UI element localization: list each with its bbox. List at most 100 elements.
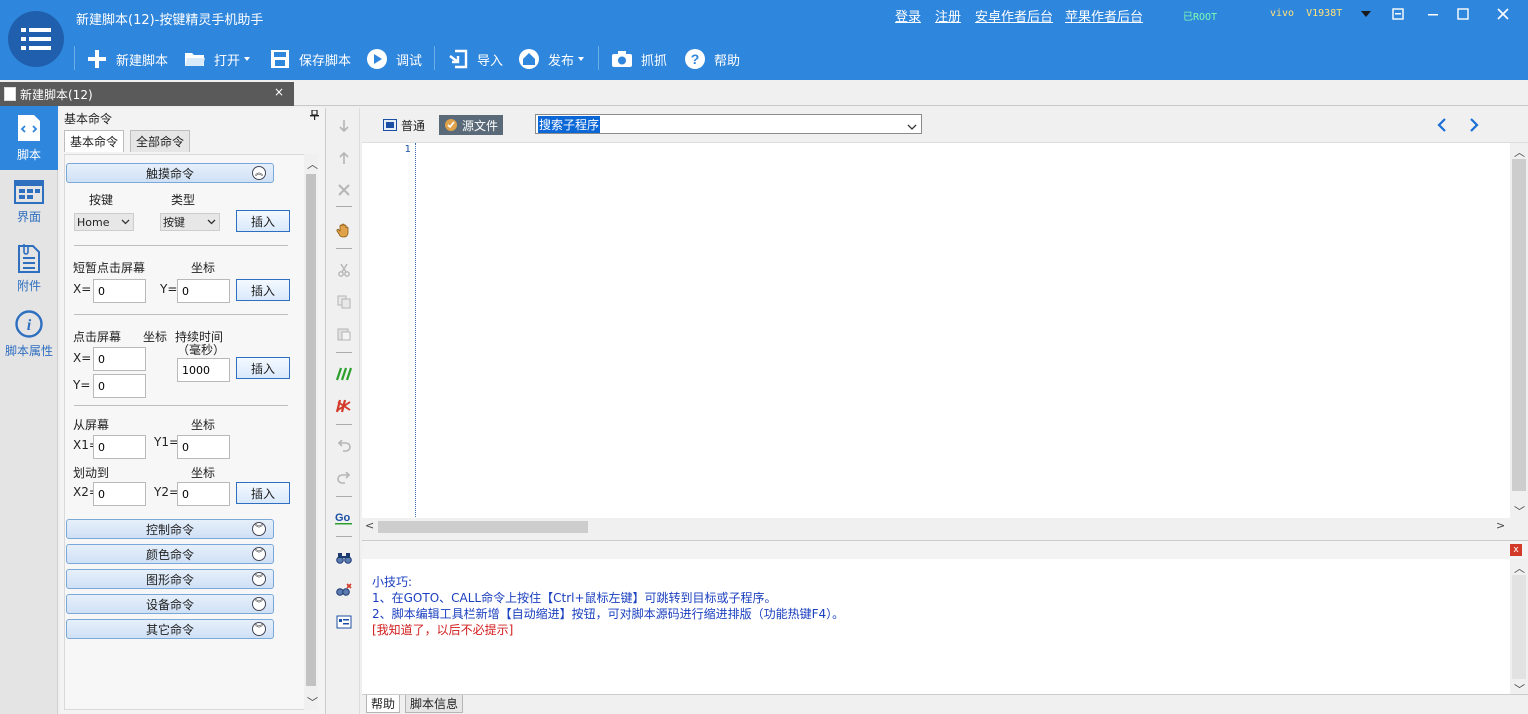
section-touch-commands[interactable]: 触摸命令 ︽ (66, 163, 274, 183)
scrollbar-thumb[interactable] (378, 521, 588, 533)
help-button[interactable]: ? 帮助 (684, 46, 740, 72)
source-mode-button[interactable]: 源文件 (439, 115, 504, 135)
chevron-down-icon: ︾ (252, 547, 266, 561)
scrollbar-thumb[interactable] (1512, 159, 1526, 491)
scroll-up-icon[interactable]: ︿ (307, 156, 318, 172)
tab-basic-commands[interactable]: 基本命令 (64, 130, 125, 152)
editor-vertical-scrollbar[interactable]: ︿ ﹀ (1510, 143, 1528, 519)
copy-button[interactable] (334, 292, 354, 312)
command-panel-scrollbar[interactable]: ︿ ﹀ (304, 154, 318, 710)
nav-item-layout[interactable]: 界面 (0, 170, 58, 234)
close-button[interactable] (1492, 4, 1514, 24)
insert-press-button[interactable]: 插入 (236, 357, 290, 379)
code-text-area[interactable] (420, 143, 1508, 519)
tab-all-commands[interactable]: 全部命令 (130, 130, 191, 152)
press-y-input[interactable] (93, 374, 146, 398)
insert-key-button[interactable]: 插入 (236, 210, 290, 232)
document-tab-close-button[interactable]: × (274, 85, 284, 99)
save-script-button[interactable]: 保存脚本 (269, 46, 351, 72)
key-select[interactable]: Home (74, 213, 134, 231)
uncomment-button[interactable] (334, 396, 354, 416)
move-up-button[interactable] (334, 148, 354, 168)
section-other-commands[interactable]: 其它命令 ︾ (66, 619, 274, 639)
section-color-commands[interactable]: 颜色命令 ︾ (66, 544, 274, 564)
redo-button[interactable] (334, 468, 354, 488)
plus-icon (86, 48, 108, 70)
nav-item-script[interactable]: 脚本 (0, 106, 58, 170)
apple-author-link[interactable]: 苹果作者后台 (1065, 6, 1143, 25)
comment-button[interactable] (334, 364, 354, 384)
navigate-back-button[interactable] (1433, 116, 1451, 134)
swipe-y2-input[interactable] (177, 482, 230, 506)
paste-button[interactable] (334, 324, 354, 344)
document-tab[interactable]: 新建脚本(12) × (0, 82, 294, 106)
restore-button[interactable] (1387, 4, 1409, 24)
scroll-up-icon[interactable]: ︿ (1514, 560, 1525, 576)
publish-button[interactable]: 发布 (518, 46, 585, 72)
android-author-link[interactable]: 安卓作者后台 (975, 6, 1053, 25)
scrollbar-thumb[interactable] (306, 174, 316, 686)
replace-button[interactable] (334, 580, 354, 600)
nav-item-attachment[interactable]: 附件 (0, 236, 58, 300)
dismiss-tips-link[interactable]: [我知道了，以后不必提示] (372, 622, 844, 638)
undo-button[interactable] (334, 436, 354, 456)
insert-tap-button[interactable]: 插入 (236, 279, 290, 301)
swipe-y1-input[interactable] (177, 435, 230, 459)
import-label: 导入 (477, 53, 504, 69)
section-control-commands[interactable]: 控制命令 ︾ (66, 519, 274, 539)
debug-button[interactable]: 调试 (366, 46, 422, 72)
move-down-button[interactable] (334, 116, 354, 136)
minimize-button[interactable] (1422, 4, 1444, 24)
chevron-down-icon: ︾ (252, 622, 266, 636)
section-graphic-commands[interactable]: 图形命令 ︾ (66, 569, 274, 589)
section-device-commands[interactable]: 设备命令 ︾ (66, 594, 274, 614)
scroll-up-icon[interactable]: ︿ (1514, 144, 1525, 160)
tab-script-info[interactable]: 脚本信息 (405, 695, 464, 713)
tap-y-input[interactable] (177, 279, 230, 303)
nav-label-layout: 界面 (16, 209, 41, 224)
device-selector[interactable]: vivo V1938T (1270, 8, 1342, 19)
press-x-input[interactable] (93, 347, 146, 371)
login-link[interactable]: 登录 (895, 6, 921, 25)
hand-button[interactable] (334, 220, 354, 240)
pin-icon[interactable] (310, 109, 319, 123)
editor-horizontal-scrollbar[interactable]: < > (362, 518, 1508, 536)
device-dropdown-icon[interactable] (1361, 11, 1371, 17)
swipe-x1-input[interactable] (93, 435, 146, 459)
tap-x-input[interactable] (93, 279, 146, 303)
nav-item-script-properties[interactable]: i 脚本属性 (0, 302, 58, 366)
tips-scrollbar[interactable]: ︿ ﹀ (1510, 559, 1528, 696)
normal-mode-button[interactable]: 普通 (378, 115, 430, 135)
goto-button[interactable]: Go (334, 508, 354, 528)
swipe-y1-label: Y1= (154, 435, 180, 449)
subroutine-search-select[interactable]: 搜索子程序 (535, 114, 922, 134)
delete-button[interactable] (334, 180, 354, 200)
restore-icon (1392, 8, 1404, 20)
find-button[interactable] (334, 548, 354, 568)
open-button[interactable]: 打开 (184, 46, 251, 72)
scroll-down-icon[interactable]: ﹀ (1514, 503, 1525, 519)
scroll-down-icon[interactable]: ﹀ (307, 694, 318, 710)
swipe-x2-input[interactable] (93, 482, 146, 506)
insert-swipe-button[interactable]: 插入 (236, 482, 290, 504)
scroll-left-icon[interactable]: < (365, 519, 374, 532)
capture-button[interactable]: 抓抓 (611, 46, 667, 72)
cut-button[interactable] (334, 260, 354, 280)
new-script-button[interactable]: 新建脚本 (86, 46, 168, 72)
maximize-button[interactable] (1452, 4, 1474, 24)
chevron-down-icon (907, 120, 917, 134)
register-link[interactable]: 注册 (935, 6, 961, 25)
navigate-forward-button[interactable] (1465, 116, 1483, 134)
type-select[interactable]: 按键 (160, 213, 220, 231)
scrollbar-thumb[interactable] (1512, 575, 1526, 679)
toolbar-separator (336, 536, 352, 537)
tab-help[interactable]: 帮助 (366, 695, 401, 713)
code-editor[interactable]: 1 ︿ ﹀ (362, 142, 1528, 519)
tips-close-button[interactable]: x (1510, 544, 1522, 556)
app-menu-button[interactable] (8, 11, 64, 67)
press-duration-input[interactable] (177, 358, 230, 382)
scroll-right-icon[interactable]: > (1496, 519, 1505, 532)
import-button[interactable]: 导入 (447, 46, 503, 72)
toolbar-separator (74, 46, 75, 70)
properties-button[interactable] (334, 612, 354, 632)
